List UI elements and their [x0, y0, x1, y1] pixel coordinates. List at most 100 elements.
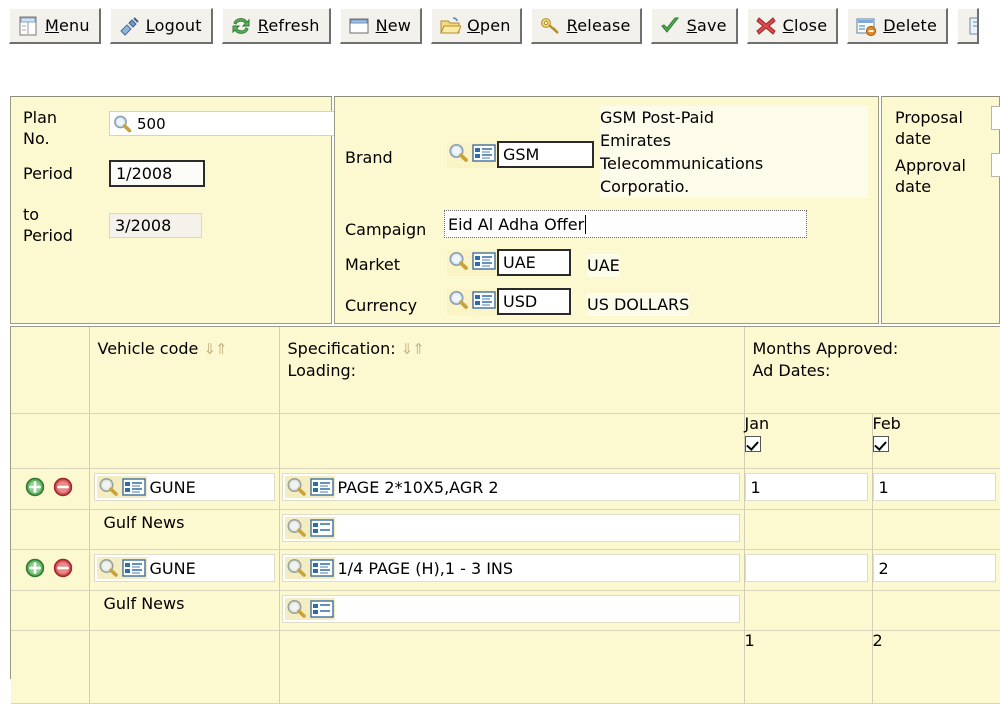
plan-no-input[interactable]: 500 — [109, 111, 337, 136]
totals-spec-cell — [279, 630, 745, 704]
row-vehicle-cell: GUNE — [89, 468, 280, 510]
open-button[interactable]: Open — [431, 8, 522, 44]
row-jan-sub-cell — [744, 590, 873, 631]
loading-field[interactable] — [281, 514, 740, 542]
jan-value-input[interactable]: 1 — [744, 473, 868, 501]
plan-info-panel: Plan No. 500 Period 1/2008 to Period 3/200… — [10, 96, 337, 324]
release-key-icon — [539, 15, 561, 37]
row-jan-cell: 1 — [744, 468, 873, 510]
currency-code-input[interactable]: USD — [497, 288, 571, 315]
clipped-toolbar-button[interactable] — [957, 8, 980, 44]
release-button[interactable]: Release — [530, 8, 642, 44]
jan-value-input[interactable] — [744, 554, 868, 582]
specification-field[interactable]: PAGE 2*10X5,AGR 2 — [281, 473, 740, 501]
currency-description: US DOLLARS — [587, 293, 690, 316]
grid-header-specification[interactable]: Specification: ⇓⇑ Loading: — [279, 327, 745, 414]
market-list-icon[interactable] — [471, 250, 497, 276]
brand-list-icon[interactable] — [471, 142, 497, 168]
currency-lookup[interactable]: USD — [447, 288, 571, 315]
row-feb-sub-cell — [872, 509, 1000, 550]
grid-header-actions — [11, 327, 90, 414]
vehicle-code-value: GUNE — [149, 477, 196, 497]
table-row: GUNE 1/4 PAGE (H),1 - 3 INS 2 — [11, 549, 1000, 591]
market-label: Market — [345, 255, 400, 274]
market-lookup[interactable]: UAE — [447, 249, 571, 276]
totals-jan-value: 1 — [744, 631, 755, 650]
proposal-date-input[interactable] — [991, 106, 1000, 130]
new-button[interactable]: New — [339, 8, 423, 44]
row-actions-sub-cell — [11, 590, 90, 631]
open-button-label: Open — [467, 16, 511, 35]
row-loading-cell — [279, 509, 745, 550]
campaign-label: Campaign — [345, 220, 427, 239]
currency-search-icon[interactable] — [447, 289, 471, 315]
save-button[interactable]: Save — [650, 8, 738, 44]
add-row-icon[interactable] — [25, 558, 45, 582]
month-header-feb: Feb — [872, 413, 1000, 469]
plan-no-search-icon[interactable] — [112, 114, 133, 134]
vehicle-sort-icon[interactable]: ⇓⇑ — [203, 340, 227, 358]
specification-lookup-icons[interactable] — [284, 557, 335, 579]
remove-row-icon[interactable] — [53, 558, 73, 582]
period-input[interactable]: 1/2008 — [109, 160, 205, 187]
row-specification-cell: 1/4 PAGE (H),1 - 3 INS — [279, 549, 745, 591]
brand-lookup[interactable]: GSM — [447, 141, 594, 168]
loading-header-label: Loading: — [287, 361, 357, 380]
month-header-row: Jan Feb — [11, 413, 1000, 469]
month-feb-checkbox[interactable] — [872, 436, 889, 452]
loading-lookup-icons[interactable] — [284, 517, 335, 539]
market-search-icon[interactable] — [447, 250, 471, 276]
feb-value-input[interactable]: 2 — [872, 554, 996, 582]
campaign-input[interactable]: Eid Al Adha Offer — [444, 210, 807, 238]
currency-search-icons[interactable] — [447, 288, 497, 315]
row-actions-cell — [11, 549, 90, 591]
brand-search-icons[interactable] — [447, 141, 497, 168]
specification-sort-icon[interactable]: ⇓⇑ — [401, 340, 425, 358]
feb-value: 2 — [878, 558, 889, 578]
row-specification-cell: PAGE 2*10X5,AGR 2 — [279, 468, 745, 510]
refresh-button[interactable]: Refresh — [221, 8, 331, 44]
logout-button[interactable]: Logout — [109, 8, 213, 44]
close-button-label: Close — [782, 16, 828, 35]
grid-header-vehicle[interactable]: Vehicle code ⇓⇑ — [89, 327, 280, 414]
brand-info-panel: Brand GSM GSM Post-Paid Emirates Telecom… — [334, 96, 879, 324]
market-code-input[interactable]: UAE — [497, 249, 571, 276]
row-actions-cell — [11, 468, 90, 510]
to-period-value: 3/2008 — [115, 216, 172, 235]
menu-window-icon — [17, 15, 39, 37]
month-header-jan: Jan — [744, 413, 873, 469]
loading-lookup-icons[interactable] — [284, 598, 335, 620]
row-vehicle-name-cell: Gulf News — [89, 509, 280, 550]
menu-button[interactable]: Menu — [9, 8, 101, 44]
totals-actions-cell — [11, 630, 90, 704]
vehicle-code-header-label: Vehicle code — [97, 339, 199, 358]
approval-date-input[interactable] — [991, 153, 1000, 177]
vehicle-lookup-icons[interactable] — [96, 476, 147, 498]
add-row-icon[interactable] — [25, 477, 45, 501]
close-button[interactable]: Close — [746, 8, 839, 44]
vehicle-lookup-icons[interactable] — [96, 557, 147, 579]
delete-button[interactable]: Delete — [847, 8, 949, 44]
month-feb-label: Feb — [872, 414, 901, 433]
save-button-label: Save — [686, 16, 727, 35]
loading-field[interactable] — [281, 595, 740, 623]
month-jan-checkbox[interactable] — [744, 436, 761, 452]
market-search-icons[interactable] — [447, 249, 497, 276]
logout-button-label: Logout — [145, 16, 202, 35]
specification-field[interactable]: 1/4 PAGE (H),1 - 3 INS — [281, 554, 740, 582]
brand-label: Brand — [345, 148, 393, 167]
feb-value-input[interactable]: 1 — [872, 473, 996, 501]
currency-list-icon[interactable] — [471, 289, 497, 315]
grid-header-months: Months Approved: Ad Dates: — [744, 327, 1000, 414]
brand-search-icon[interactable] — [447, 142, 471, 168]
specification-value: 1/4 PAGE (H),1 - 3 INS — [337, 558, 514, 578]
market-description: UAE — [587, 254, 620, 277]
to-period-input[interactable]: 3/2008 — [109, 213, 202, 238]
row-feb-cell: 2 — [872, 549, 1000, 591]
totals-jan-cell: 1 — [744, 630, 873, 704]
specification-lookup-icons[interactable] — [284, 476, 335, 498]
brand-code-input[interactable]: GSM — [497, 141, 594, 168]
vehicle-code-field[interactable]: GUNE — [93, 554, 275, 582]
remove-row-icon[interactable] — [53, 477, 73, 501]
vehicle-code-field[interactable]: GUNE — [93, 473, 275, 501]
